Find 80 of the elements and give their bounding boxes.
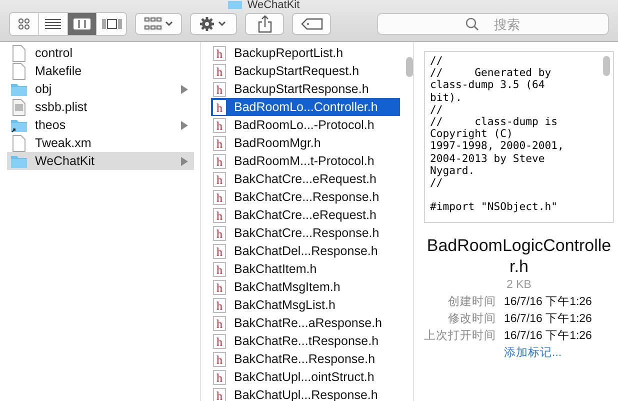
share-icon: [258, 15, 272, 33]
disclosure-triangle-icon: [181, 84, 188, 94]
header-file-icon: h: [213, 280, 226, 294]
arrange-button[interactable]: [135, 13, 182, 35]
window-title: WeChatKit: [0, 0, 618, 10]
icons-view-button[interactable]: [10, 13, 39, 35]
file-list-item[interactable]: h BakChatCre...eRequest.h: [211, 170, 400, 188]
file-list-item[interactable]: h BadRoomM...t-Protocol.h: [211, 152, 400, 170]
header-file-icon: h: [213, 64, 226, 78]
header-file-icon: h: [213, 46, 226, 60]
file-list-item[interactable]: h BakChatDel...Response.h: [211, 242, 400, 260]
header-file-icon: h: [213, 388, 226, 401]
file-size: 2 KB: [506, 279, 532, 291]
file-list-item[interactable]: h BakChatUpl...ointStruct.h: [211, 368, 400, 386]
disclosure-triangle-icon: [181, 156, 188, 166]
disclosure-triangle-icon: [181, 120, 188, 130]
folder-list-item[interactable]: Makefile: [7, 62, 194, 80]
gear-icon: [198, 16, 228, 32]
header-file-icon: h: [213, 172, 226, 186]
code-preview: // // Generated by class-dump 3.5 (64 bit). // // class-dump is Copyright (C) 1997-1998, 2000-2001, 2004-2013 by Steve Nygard. // #import "NSObject.h": [424, 51, 614, 223]
list-lines-icon: [45, 18, 61, 30]
grid-caret-icon: [144, 17, 174, 31]
file-list-item[interactable]: h BackupReportList.h: [211, 44, 400, 62]
columns-icon: [73, 18, 91, 30]
settings-button[interactable]: [190, 13, 237, 35]
grid-icon: [18, 18, 30, 30]
cover-flow-icon: [102, 18, 122, 30]
header-file-icon: h: [213, 226, 226, 240]
header-file-icon: h: [213, 316, 226, 330]
header-file-icon: h: [213, 100, 226, 114]
scrollbar[interactable]: [603, 56, 610, 76]
file-list-item[interactable]: h BadRoomLo...-Protocol.h: [211, 116, 400, 134]
header-file-icon: h: [213, 82, 226, 96]
file-name: BadRoomLogicController.h: [426, 235, 612, 277]
file-list-item[interactable]: h BakChatMsgList.h: [211, 296, 400, 314]
file-list-item[interactable]: h BadRoomLo...Controller.h: [211, 98, 400, 116]
info-label: 修改时间: [447, 312, 496, 326]
info-value: 16/7/16 下午1:26: [504, 295, 592, 309]
header-file-icon: h: [213, 208, 226, 222]
folder-list-item[interactable]: theos: [7, 116, 194, 134]
info-label: 上次打开时间: [424, 328, 496, 343]
header-file-icon: h: [213, 370, 226, 384]
folder-list-item[interactable]: WeChatKit: [7, 152, 194, 170]
file-list-item[interactable]: h BakChatRe...tResponse.h: [211, 332, 400, 350]
add-tags-link[interactable]: 添加标记...: [504, 345, 592, 360]
file-list-item[interactable]: h BadRoomMgr.h: [211, 134, 400, 152]
folder-list-item[interactable]: obj: [7, 80, 194, 98]
file-list-item[interactable]: h BakChatCre...Response.h: [211, 188, 400, 206]
file-list-item[interactable]: h BackupStartRequest.h: [211, 62, 400, 80]
folder-list-item[interactable]: control: [7, 44, 194, 62]
file-list-item[interactable]: h BakChatCre...eRequest.h: [211, 206, 400, 224]
header-file-icon: h: [213, 136, 226, 150]
header-file-icon: h: [213, 244, 226, 258]
file-list-item[interactable]: h BackupStartResponse.h: [211, 80, 400, 98]
header-file-icon: h: [213, 190, 226, 204]
share-button[interactable]: [245, 13, 284, 35]
folder-list-item[interactable]: Tweak.xm: [7, 134, 194, 152]
file-list-item[interactable]: h BakChatItem.h: [211, 260, 400, 278]
info-value: 16/7/16 下午1:26: [504, 312, 592, 326]
file-list-item[interactable]: h BakChatCre...Response.h: [211, 224, 400, 242]
tag-icon: [300, 18, 322, 30]
view-mode-switcher[interactable]: [9, 12, 127, 36]
info-value: 16/7/16 下午1:26: [504, 329, 592, 343]
search-icon: [465, 17, 479, 31]
file-list-item[interactable]: h BakChatMsgItem.h: [211, 278, 400, 296]
header-file-icon: h: [213, 118, 226, 132]
tag-button[interactable]: [292, 13, 331, 35]
folder-icon: [228, 1, 242, 9]
info-label: 创建时间: [447, 294, 496, 309]
file-list-item[interactable]: h BakChatRe...Response.h: [211, 350, 400, 368]
header-file-icon: h: [213, 262, 226, 276]
scrollbar[interactable]: [406, 57, 413, 77]
columns-view-button[interactable]: [68, 13, 97, 35]
header-file-icon: h: [213, 298, 226, 312]
search-field[interactable]: 搜索: [377, 13, 609, 35]
header-file-icon: h: [213, 334, 226, 348]
folder-list-item[interactable]: ssbb.plist: [7, 98, 194, 116]
file-list-item[interactable]: h BakChatRe...aResponse.h: [211, 314, 400, 332]
header-file-icon: h: [213, 352, 226, 366]
header-file-icon: h: [213, 154, 226, 168]
